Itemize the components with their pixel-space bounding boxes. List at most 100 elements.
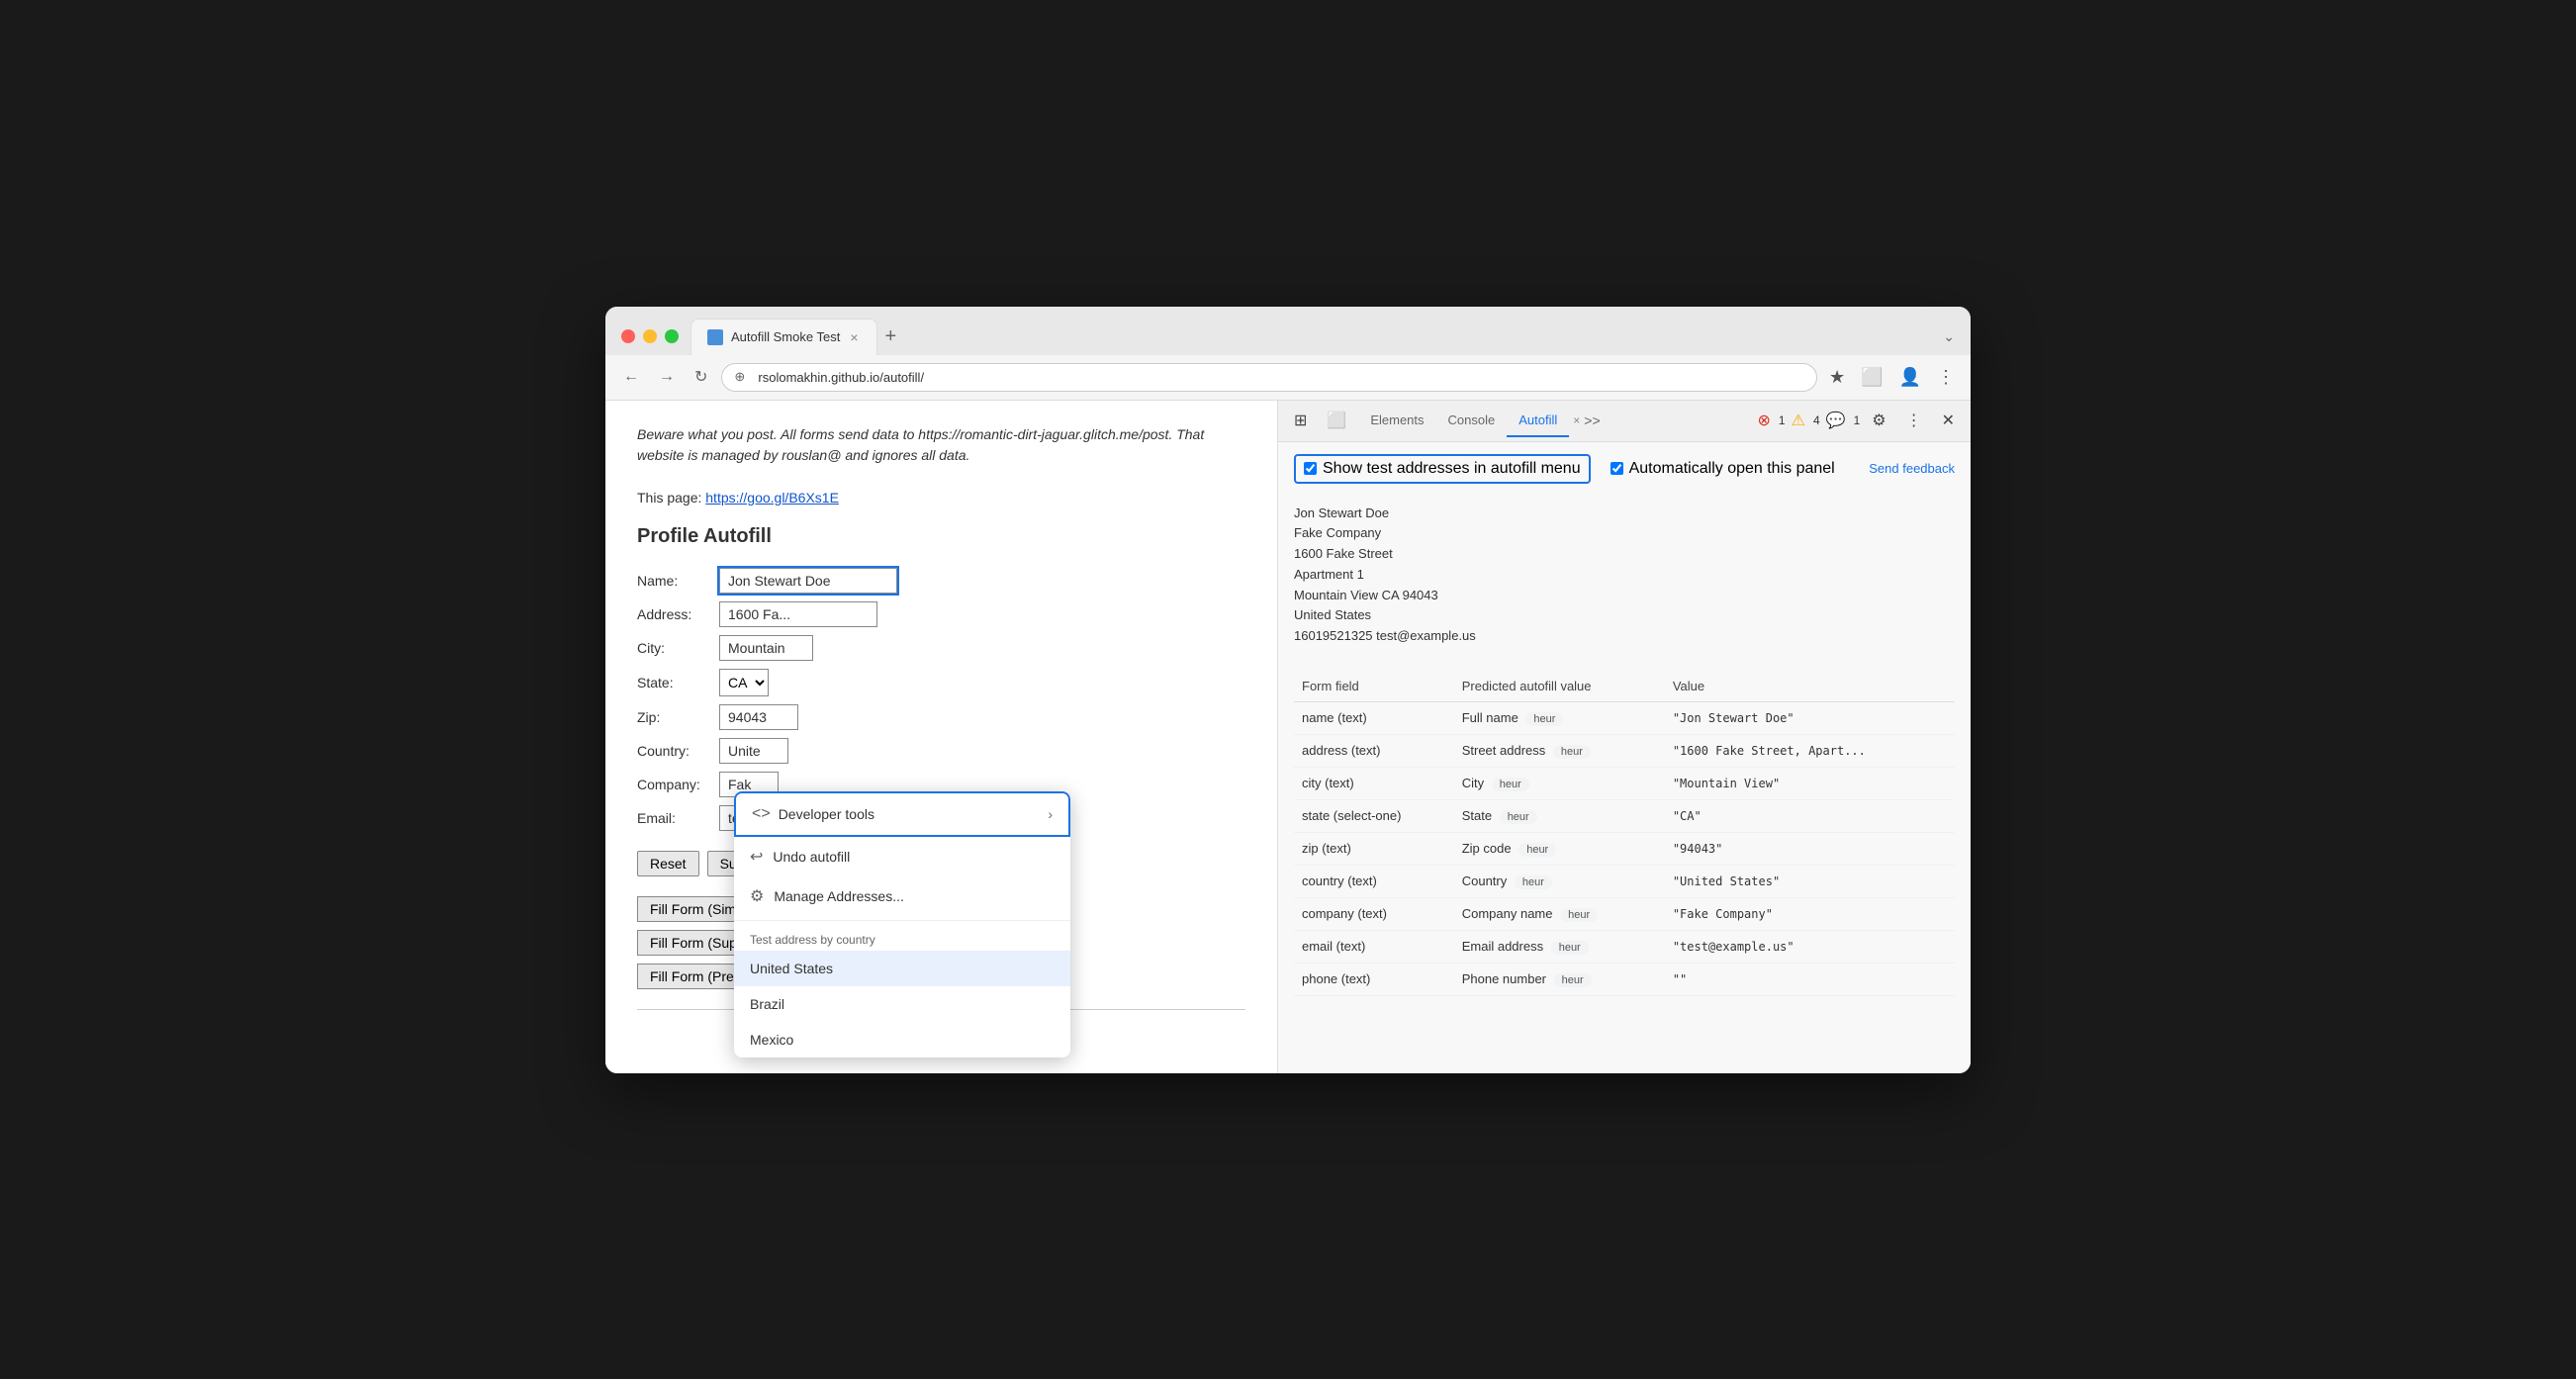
cell-field: company (text) (1294, 898, 1454, 931)
reload-btn[interactable]: ↻ (689, 363, 713, 391)
table-row: address (text) Street address heur "1600… (1294, 735, 1955, 768)
devtools-device-btn[interactable]: ⬜ (1319, 407, 1354, 434)
heur-badge: heur (1551, 941, 1589, 955)
auto-open-checkbox[interactable] (1610, 462, 1623, 475)
cell-field: email (text) (1294, 931, 1454, 964)
undo-autofill-item[interactable]: ↩ Undo autofill (734, 837, 1070, 876)
page-title: Profile Autofill (637, 525, 1245, 548)
dropdown-mexico-label: Mexico (750, 1032, 793, 1048)
address-input[interactable] (719, 601, 877, 627)
heur-badge: heur (1560, 908, 1598, 922)
preview-apt: Apartment 1 (1294, 565, 1955, 586)
menu-btn[interactable]: ⋮ (1933, 363, 1959, 392)
heur-badge: heur (1492, 778, 1529, 791)
tab-autofill[interactable]: Autofill (1507, 405, 1569, 437)
table-row: phone (text) Phone number heur "" (1294, 964, 1955, 996)
address-bar-icon: ⊕ (734, 369, 745, 385)
tab-favicon (707, 329, 723, 345)
star-btn[interactable]: ★ (1825, 363, 1849, 392)
preview-street: 1600 Fake Street (1294, 544, 1955, 565)
devtools-tabs: Elements Console Autofill × >> (1358, 405, 1604, 437)
devtools-toolbar: ⊞ ⬜ Elements Console Autofill × >> ⊗ 1 ⚠… (1278, 401, 1971, 442)
dropdown-header[interactable]: <> Developer tools › (734, 791, 1070, 837)
manage-icon: ⚙ (750, 886, 764, 906)
dropdown-separator (734, 920, 1070, 921)
maximize-window-btn[interactable] (665, 329, 679, 343)
page-content: Beware what you post. All forms send dat… (605, 401, 1278, 1073)
tab-console[interactable]: Console (1436, 405, 1508, 437)
cell-value: "Fake Company" (1665, 898, 1955, 931)
preview-company: Fake Company (1294, 523, 1955, 544)
preview-city-state-zip: Mountain View CA 94043 (1294, 586, 1955, 606)
dropdown-brazil-label: Brazil (750, 996, 784, 1012)
table-row: name (text) Full name heur "Jon Stewart … (1294, 702, 1955, 735)
page-link-url[interactable]: https://goo.gl/B6Xs1E (705, 490, 839, 506)
address-bar[interactable]: ⊕ rsolomakhin.github.io/autofill/ (721, 363, 1817, 392)
error-icon: ⊗ (1758, 411, 1771, 430)
minimize-window-btn[interactable] (643, 329, 657, 343)
dropdown-item-mexico[interactable]: Mexico (734, 1022, 1070, 1057)
undo-autofill-label: Undo autofill (773, 849, 850, 865)
cell-field: zip (text) (1294, 833, 1454, 866)
active-tab[interactable]: Autofill Smoke Test × (690, 319, 877, 355)
cell-predicted: Email address heur (1454, 931, 1665, 964)
address-preview: Jon Stewart Doe Fake Company 1600 Fake S… (1294, 500, 1955, 652)
name-row: Name: (637, 568, 1245, 594)
send-feedback-link[interactable]: Send feedback (1869, 461, 1955, 476)
email-label: Email: (637, 810, 711, 826)
table-row: email (text) Email address heur "test@ex… (1294, 931, 1955, 964)
error-count: 1 (1779, 414, 1786, 427)
show-test-addresses-checkbox[interactable] (1304, 462, 1317, 475)
tab-elements[interactable]: Elements (1358, 405, 1435, 437)
zip-row: Zip: (637, 704, 1245, 730)
zip-label: Zip: (637, 709, 711, 725)
close-autofill-tab-btn[interactable]: × (1573, 414, 1580, 427)
dropdown-us-label: United States (750, 961, 833, 976)
city-input[interactable] (719, 635, 813, 661)
browser-chevron-icon[interactable]: ⌄ (1943, 328, 1955, 345)
dropdown-item-brazil[interactable]: Brazil (734, 986, 1070, 1022)
devtools-more-btn[interactable]: ⋮ (1898, 407, 1930, 434)
browser-window: Autofill Smoke Test × + ⌄ ← → ↻ ⊕ rsolom… (605, 307, 1971, 1073)
tab-bar: Autofill Smoke Test × + (690, 319, 1931, 355)
col-predicted: Predicted autofill value (1454, 671, 1665, 702)
page-link-container: This page: https://goo.gl/B6Xs1E (637, 490, 1245, 506)
zip-input[interactable] (719, 704, 798, 730)
new-tab-btn[interactable]: + (877, 325, 905, 348)
forward-btn[interactable]: → (653, 364, 681, 390)
cell-field: country (text) (1294, 866, 1454, 898)
autofill-dropdown: <> Developer tools › ↩ Undo autofill ⚙ M… (734, 791, 1070, 1057)
devtools-badges: ⊗ 1 ⚠ 4 💬 1 (1758, 411, 1861, 430)
cell-value: "CA" (1665, 800, 1955, 833)
cell-predicted: Phone number heur (1454, 964, 1665, 996)
table-header-row: Form field Predicted autofill value Valu… (1294, 671, 1955, 702)
warning-count: 4 (1813, 414, 1820, 427)
reset-btn[interactable]: Reset (637, 851, 699, 876)
cell-predicted: Zip code heur (1454, 833, 1665, 866)
dropdown-item-us[interactable]: United States (734, 951, 1070, 986)
cell-value: "1600 Fake Street, Apart... (1665, 735, 1955, 768)
cell-value: "test@example.us" (1665, 931, 1955, 964)
profile-btn[interactable]: 👤 (1895, 363, 1925, 392)
extensions-btn[interactable]: ⬜ (1857, 363, 1886, 392)
name-input[interactable] (719, 568, 897, 594)
page-warning: Beware what you post. All forms send dat… (637, 424, 1245, 466)
table-row: zip (text) Zip code heur "94043" (1294, 833, 1955, 866)
back-btn[interactable]: ← (617, 364, 645, 390)
devtools-close-btn[interactable]: ✕ (1934, 407, 1963, 434)
autofill-table-body: name (text) Full name heur "Jon Stewart … (1294, 702, 1955, 996)
state-select[interactable]: CA (719, 669, 769, 696)
more-tabs-btn[interactable]: >> (1580, 409, 1604, 432)
manage-addresses-item[interactable]: ⚙ Manage Addresses... (734, 876, 1070, 916)
auto-open-checkbox-container: Automatically open this panel (1610, 460, 1835, 478)
country-input[interactable] (719, 738, 788, 764)
tab-close-btn[interactable]: × (848, 327, 860, 347)
close-window-btn[interactable] (621, 329, 635, 343)
cell-predicted: Street address heur (1454, 735, 1665, 768)
cell-field: name (text) (1294, 702, 1454, 735)
message-count: 1 (1854, 414, 1861, 427)
devtools-select-btn[interactable]: ⊞ (1286, 407, 1315, 434)
country-row: Country: (637, 738, 1245, 764)
devtools-settings-btn[interactable]: ⚙ (1864, 407, 1893, 434)
cell-field: address (text) (1294, 735, 1454, 768)
